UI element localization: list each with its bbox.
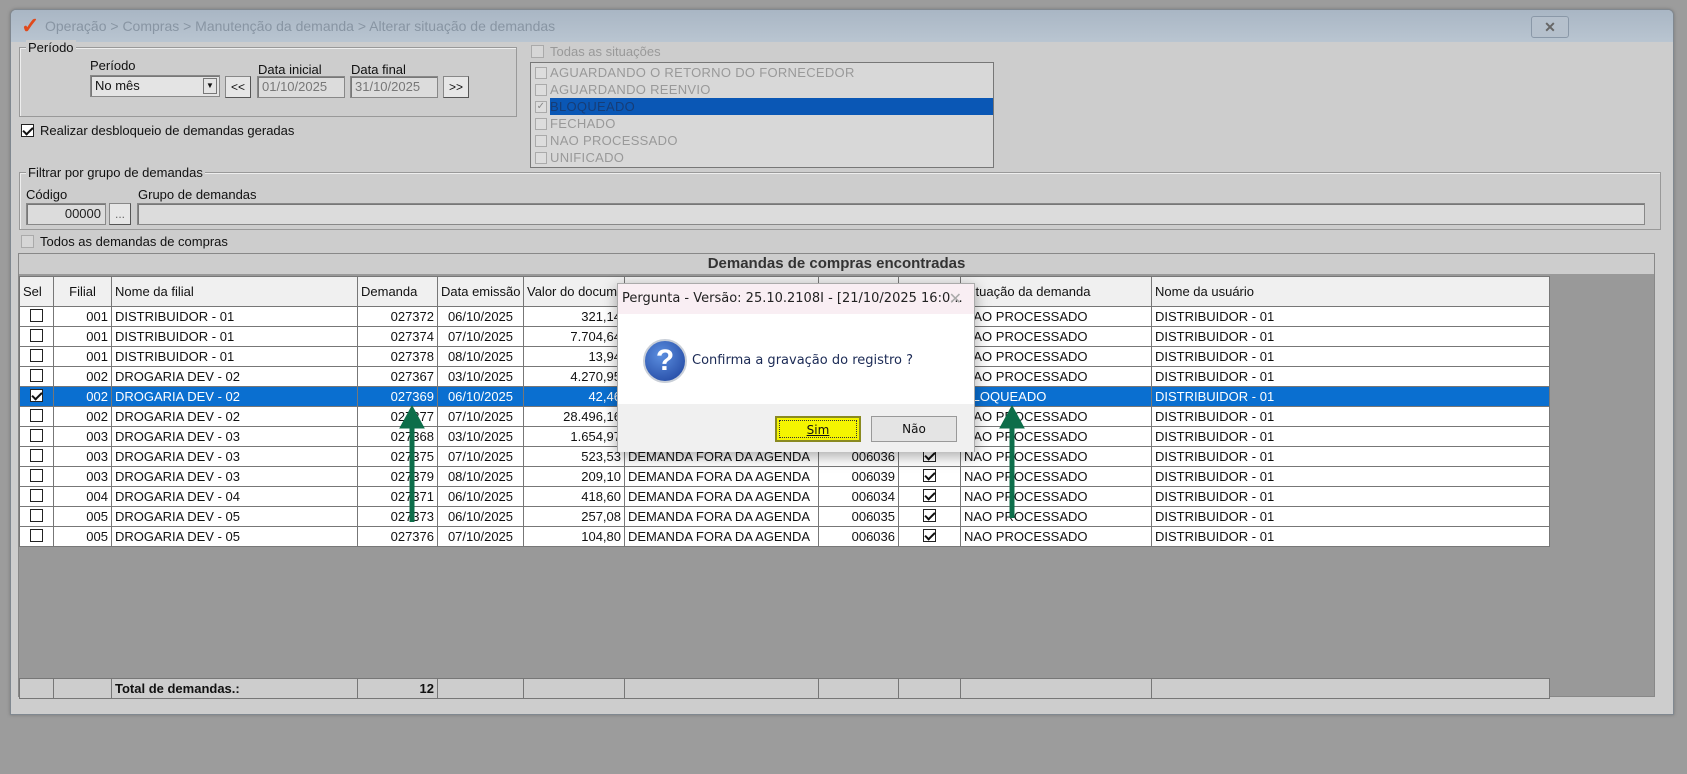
no-button[interactable]: Não <box>871 416 957 442</box>
yes-button[interactable]: Sim <box>775 416 861 442</box>
confirm-dialog: Pergunta - Versão: 25.10.2108I - [21/10/… <box>617 283 975 452</box>
close-icon[interactable]: ✕ <box>949 284 962 314</box>
question-icon: ? <box>643 339 687 383</box>
dialog-footer: Sim Não <box>618 404 974 452</box>
dialog-message: Confirma a gravação do registro ? <box>692 353 914 368</box>
dialog-title: Pergunta - Versão: 25.10.2108I - [21/10/… <box>618 284 974 314</box>
arrow-up-icon <box>999 404 1025 518</box>
dialog-title-text: Pergunta - Versão: 25.10.2108I - [21/10/… <box>622 291 963 306</box>
yes-label: Sim <box>806 423 830 437</box>
arrow-up-icon <box>399 404 425 522</box>
no-label: Não <box>902 422 926 436</box>
